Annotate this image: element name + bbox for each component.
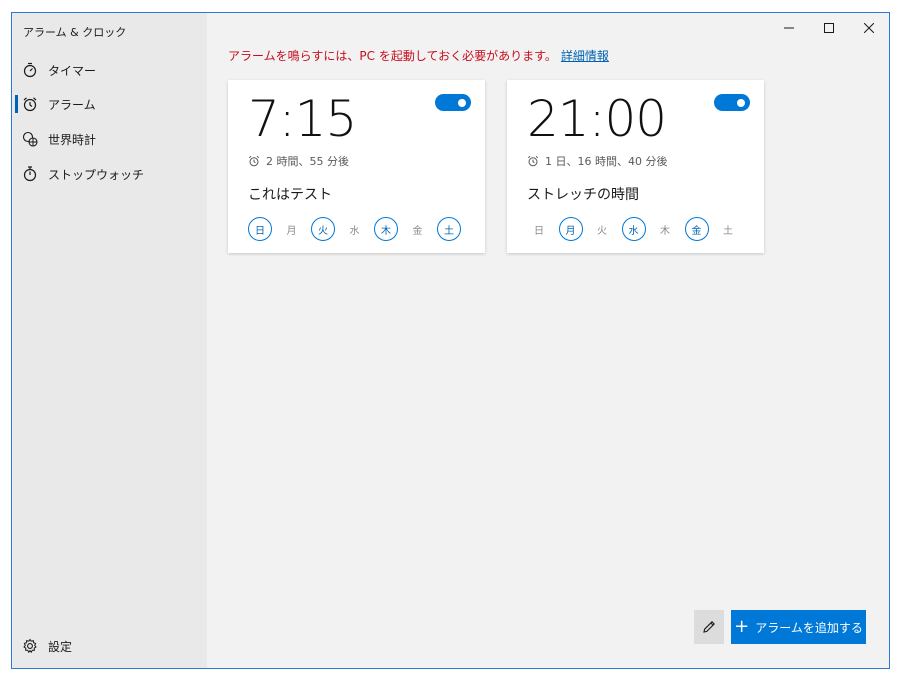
minimize-button[interactable] [769, 13, 809, 43]
day-tue: 火 [597, 225, 607, 237]
sidebar-item-timer[interactable]: タイマー [12, 53, 207, 87]
alarm-card[interactable]: 7:15 2 時間、55 分後 これはテスト 日 月 火 水 木 金 土 [228, 80, 485, 253]
sidebar-item-stopwatch[interactable]: ストップウォッチ [12, 157, 207, 191]
warning-text: アラームを鳴らすには、PC を起動しておく必要があります。 [228, 49, 557, 63]
globe-icon [22, 131, 38, 147]
sidebar-item-label: ストップウォッチ [48, 167, 145, 182]
alarm-name: これはテスト [248, 187, 332, 203]
day-sat: 土 [437, 217, 461, 241]
close-button[interactable] [849, 13, 889, 43]
sidebar-item-alarm[interactable]: アラーム [12, 87, 207, 121]
day-sat: 土 [723, 225, 733, 237]
app-title: アラーム & クロック [23, 26, 127, 39]
day-fri: 金 [412, 225, 423, 237]
toggle-knob [458, 98, 466, 107]
alarm-card[interactable]: 21:00 1 日、16 時間、40 分後 ストレッチの時間 日 月 火 水 木… [507, 80, 764, 253]
day-mon: 月 [558, 217, 583, 241]
toggle-knob [737, 98, 745, 107]
pencil-icon [703, 621, 715, 633]
day-sun: 日 [248, 217, 272, 241]
warning-message: アラームを鳴らすには、PC を起動しておく必要があります。 詳細情報 [228, 47, 609, 64]
plus-icon: + [734, 616, 750, 637]
alarm-icon [22, 96, 38, 112]
add-alarm-label: アラームを追加する [755, 620, 863, 635]
alarm-name: ストレッチの時間 [527, 187, 639, 203]
alarm-small-icon [527, 155, 539, 167]
alarm-remaining: 1 日、16 時間、40 分後 [527, 153, 667, 169]
alarm-remaining: 2 時間、55 分後 [248, 153, 349, 169]
sidebar-item-label: タイマー [48, 63, 97, 78]
day-mon: 月 [286, 225, 297, 237]
alarm-days: 日 月 火 水 木 金 土 [527, 217, 752, 241]
main-content: アラームを鳴らすには、PC を起動しておく必要があります。 詳細情報 7:15 2… [207, 13, 889, 668]
sidebar-item-label: アラーム [48, 97, 96, 112]
remaining-text: 1 日、16 時間、40 分後 [545, 155, 668, 168]
stopwatch-icon [22, 166, 38, 182]
timer-icon [22, 62, 38, 78]
alarm-time: 7:15 [248, 90, 357, 148]
remaining-text: 2 時間、55 分後 [266, 155, 349, 168]
learn-more-link[interactable]: 詳細情報 [561, 49, 609, 63]
minimize-icon [784, 27, 794, 29]
day-thu: 木 [660, 225, 670, 237]
day-tue: 火 [311, 217, 335, 241]
maximize-button[interactable] [809, 13, 849, 43]
add-alarm-button[interactable]: + アラームを追加する [731, 610, 866, 644]
alarm-small-icon [248, 155, 260, 167]
edit-alarms-button[interactable] [694, 610, 724, 644]
sidebar-item-settings[interactable]: 設定 [12, 629, 207, 663]
alarm-days: 日 月 火 水 木 金 土 [248, 217, 473, 241]
alarm-toggle[interactable] [435, 94, 471, 111]
alarm-time: 21:00 [527, 90, 667, 148]
maximize-icon [824, 23, 834, 33]
gear-icon [22, 638, 38, 654]
day-fri: 金 [684, 217, 709, 241]
sidebar: アラーム & クロック タイマー アラーム 世界時計 ストップウォッチ 設定 [12, 13, 207, 668]
day-thu: 木 [374, 217, 398, 241]
settings-label: 設定 [48, 639, 73, 654]
day-wed: 水 [621, 217, 646, 241]
close-icon [864, 23, 874, 33]
sidebar-item-world-clock[interactable]: 世界時計 [12, 122, 207, 156]
day-wed: 水 [349, 225, 360, 237]
app-window: アラーム & クロック タイマー アラーム 世界時計 ストップウォッチ 設定 ア… [11, 12, 890, 669]
sidebar-item-label: 世界時計 [48, 132, 97, 147]
alarm-toggle[interactable] [714, 94, 750, 111]
day-sun: 日 [534, 225, 544, 237]
